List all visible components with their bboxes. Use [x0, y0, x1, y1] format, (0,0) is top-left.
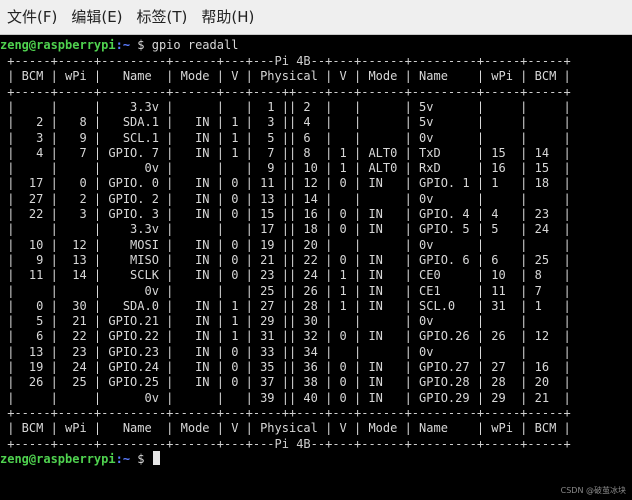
table-border: +-----+-----+---------+------+---+----++…: [0, 84, 571, 99]
table-row: | BCM | wPi | Name | Mode | V | Physical…: [0, 421, 571, 436]
watermark: CSDN @破茧冰块: [560, 486, 626, 495]
table-border: +-----+-----+---------+------+---+----++…: [0, 405, 571, 420]
table-row: | 4 | 7 | GPIO. 7 | IN | 1 | 7 || 8 | 1 …: [0, 145, 571, 160]
table-row: | 0 | 30 | SDA.0 | IN | 1 | 27 || 28 | 1…: [0, 298, 571, 313]
prompt-symbol: $: [130, 38, 145, 52]
table-row: | | | 0v | | | 39 || 40 | 0 | IN | GPIO.…: [0, 390, 571, 405]
menu-bar: 文件(F) 编辑(E) 标签(T) 帮助(H): [0, 0, 632, 35]
menu-help[interactable]: 帮助(H): [194, 0, 261, 34]
table-row: | 27 | 2 | GPIO. 2 | IN | 0 | 13 || 14 |…: [0, 191, 571, 206]
table-row: | 9 | 13 | MISO | IN | 0 | 21 || 22 | 0 …: [0, 252, 571, 267]
terminal-area[interactable]: zeng@raspberrypi:~ $ gpio readall +-----…: [0, 35, 632, 500]
menu-edit[interactable]: 编辑(E): [64, 0, 129, 34]
prompt-path: :~: [115, 38, 131, 52]
table-row: | 11 | 14 | SCLK | IN | 0 | 23 || 24 | 1…: [0, 268, 571, 283]
table-row: | 26 | 25 | GPIO.25 | IN | 0 | 37 || 38 …: [0, 375, 571, 390]
table-row: | 13 | 23 | GPIO.23 | IN | 0 | 33 || 34 …: [0, 344, 571, 359]
table-row: | | | 0v | | | 9 || 10 | 1 | ALT0 | RxD …: [0, 161, 571, 176]
prompt-symbol-2: $: [130, 452, 152, 466]
table-row: | | | 3.3v | | | 1 || 2 | | | 5v | | |: [0, 99, 571, 114]
table-row: | BCM | wPi | Name | Mode | V | Physical…: [0, 69, 571, 84]
table-row: | | | 3.3v | | | 17 || 18 | 0 | IN | GPI…: [0, 222, 571, 237]
table-row: | 6 | 22 | GPIO.22 | IN | 1 | 31 || 32 |…: [0, 329, 571, 344]
prompt-user-2: zeng@raspberrypi: [0, 452, 116, 466]
table-row: | 2 | 8 | SDA.1 | IN | 1 | 3 || 4 | | | …: [0, 115, 571, 130]
menu-tabs[interactable]: 标签(T): [130, 0, 195, 34]
command-line: zeng@raspberrypi:~ $ gpio readall: [0, 37, 238, 53]
prompt-path-2: :~: [115, 452, 131, 466]
table-row: | 19 | 24 | GPIO.24 | IN | 0 | 35 || 36 …: [0, 360, 571, 374]
table-row: | | | 0v | | | 25 || 26 | 1 | IN | CE1 |…: [0, 283, 571, 298]
prompt-line[interactable]: zeng@raspberrypi:~ $: [0, 451, 160, 467]
table-border: +-----+-----+---------+------+---+---Pi …: [0, 54, 571, 68]
table-row: | 10 | 12 | MOSI | IN | 0 | 19 || 20 | |…: [0, 237, 571, 252]
prompt-user: zeng@raspberrypi: [0, 38, 116, 52]
menu-file[interactable]: 文件(F): [0, 0, 64, 34]
table-row: | 5 | 21 | GPIO.21 | IN | 1 | 29 || 30 |…: [0, 314, 571, 329]
table-row: | 17 | 0 | GPIO. 0 | IN | 0 | 11 || 12 |…: [0, 176, 571, 191]
table-border: +-----+-----+---------+------+---+---Pi …: [0, 436, 571, 451]
text-cursor: [152, 451, 160, 465]
command-text: gpio readall: [144, 38, 239, 52]
table-row: | 22 | 3 | GPIO. 3 | IN | 0 | 15 || 16 |…: [0, 207, 571, 221]
table-row: | 3 | 9 | SCL.1 | IN | 1 | 5 || 6 | | | …: [0, 130, 571, 145]
